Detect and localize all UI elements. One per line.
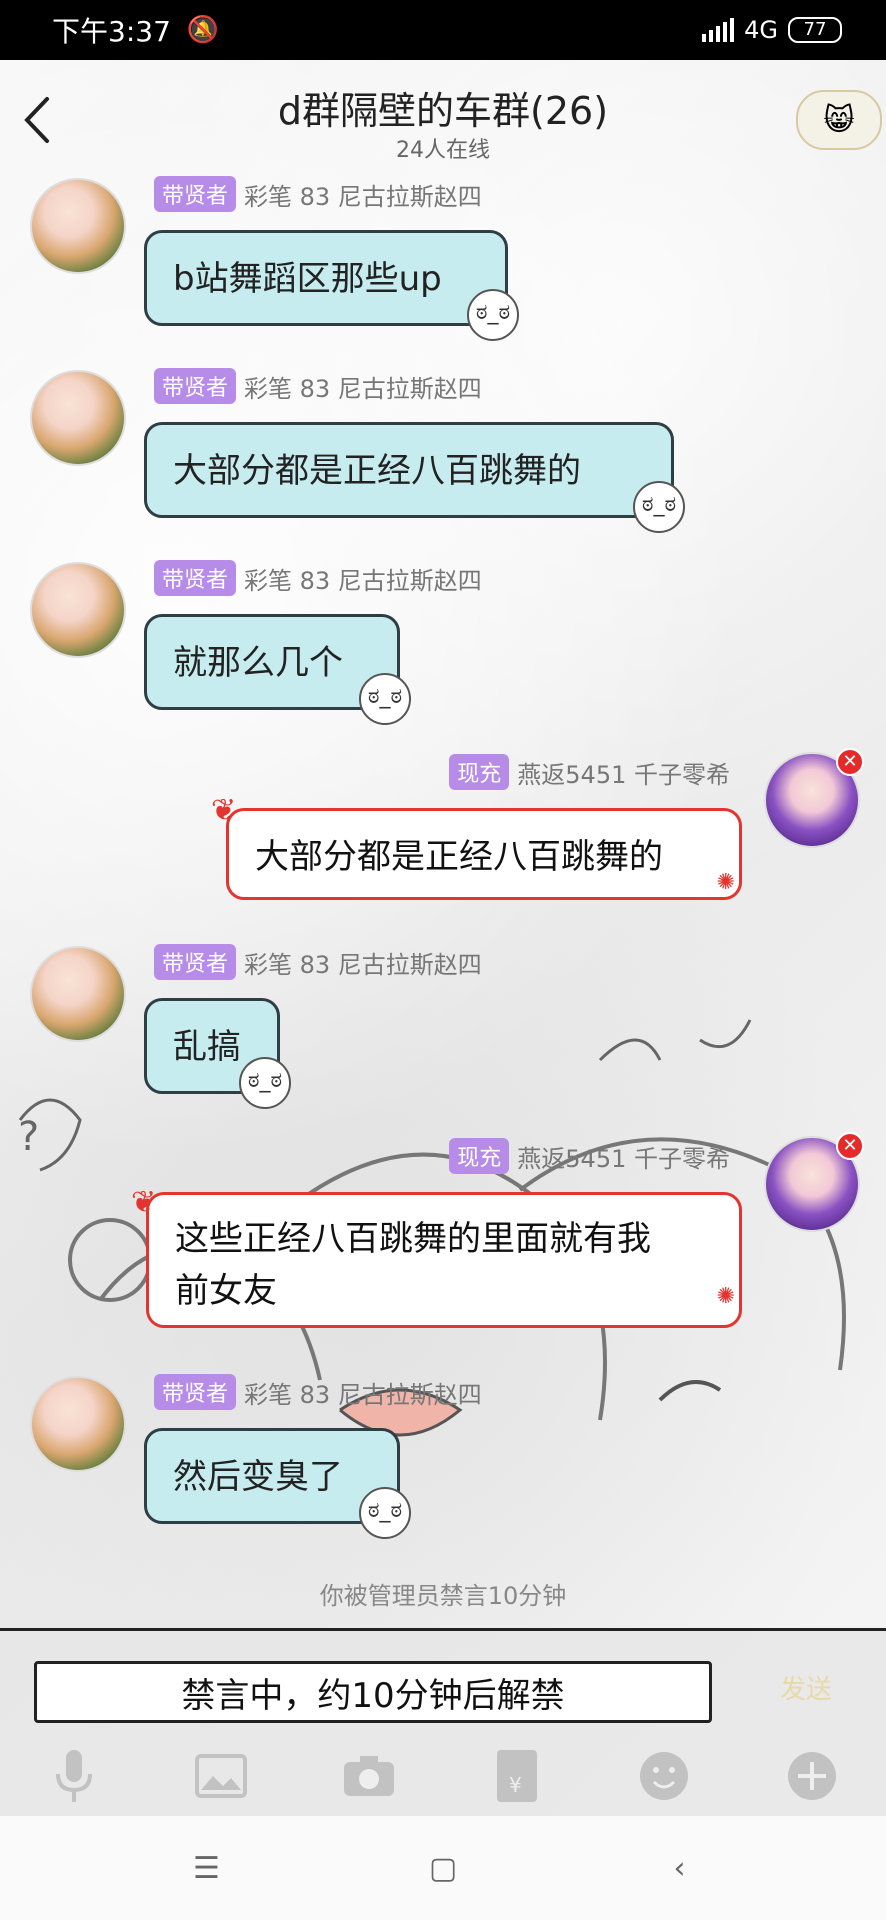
meme-face-icon: ಠ_ಠ: [239, 1057, 291, 1109]
sender-line: 现充 燕返5451 千子零希: [449, 1138, 730, 1174]
sender-line: 现充 燕返5451 千子零希: [449, 754, 730, 790]
muted-input-box: 禁言中，约10分钟后解禁: [34, 1661, 712, 1723]
group-avatar-icon: 😸: [823, 102, 855, 138]
avatar[interactable]: [30, 946, 126, 1042]
red-packet-icon[interactable]: ¥: [487, 1746, 547, 1806]
meme-face-icon: ಠ_ಠ: [359, 673, 411, 725]
message-bubble[interactable]: 然后变臭了 ಠ_ಠ: [144, 1428, 411, 1539]
status-bar: 下午3:37 🔕 4G 77: [0, 0, 886, 60]
sender-name: 彩笔 83 尼古拉斯赵四: [244, 182, 482, 211]
sender-badge: 带贤者: [154, 944, 237, 980]
sender-name: 燕返5451 千子零希: [517, 1144, 730, 1173]
avatar[interactable]: ✕: [764, 1132, 864, 1232]
status-right: 4G 77: [702, 16, 842, 44]
message-text: b站舞蹈区那些up: [173, 259, 442, 299]
sender-line: 带贤者 彩笔 83 尼古拉斯赵四: [154, 560, 482, 596]
status-time: 下午3:37: [52, 15, 171, 48]
message-text: 大部分都是正经八百跳舞的: [173, 451, 581, 491]
send-button[interactable]: 发送: [780, 1669, 832, 1706]
meme-face-icon: ಠ_ಠ: [359, 1487, 411, 1539]
group-avatar[interactable]: 😸: [796, 90, 882, 150]
message-bubble[interactable]: 就那么几个 ಠ_ಠ: [144, 614, 411, 725]
avatar[interactable]: [30, 370, 126, 466]
muted-notice: 禁言中，约10分钟后解禁: [181, 1675, 565, 1716]
online-count: 24人在线: [396, 138, 490, 163]
splash-icon: ✺: [716, 1284, 735, 1309]
sender-badge: 带贤者: [154, 176, 237, 212]
message-text: 就那么几个: [173, 643, 343, 683]
bell-muted-icon: 🔕: [186, 15, 220, 45]
network-type: 4G: [744, 16, 778, 44]
splash-icon: ✺: [716, 870, 735, 895]
svg-text:¥: ¥: [509, 1773, 522, 1797]
system-nav-bar: ☰ ▢ ‹: [0, 1816, 886, 1920]
message-bubble[interactable]: ❦ 大部分都是正经八百跳舞的 ✺: [211, 793, 742, 900]
flame-icon: ❦: [211, 793, 237, 828]
close-icon[interactable]: ✕: [836, 748, 864, 776]
sender-badge: 现充: [449, 1138, 510, 1174]
sender-name: 彩笔 83 尼古拉斯赵四: [244, 374, 482, 403]
emoji-icon[interactable]: [634, 1746, 694, 1806]
sender-line: 带贤者 彩笔 83 尼古拉斯赵四: [154, 176, 482, 212]
message-bubble[interactable]: 乱搞 ಠ_ಠ: [144, 998, 291, 1109]
battery-indicator: 77: [788, 17, 842, 43]
signal-icon: [702, 18, 735, 42]
microphone-icon[interactable]: [44, 1746, 104, 1806]
input-area: 禁言中，约10分钟后解禁 发送 ¥: [0, 1628, 886, 1819]
avatar[interactable]: [30, 1376, 126, 1472]
message-text: 大部分都是正经八百跳舞的: [255, 837, 663, 877]
message-bubble[interactable]: b站舞蹈区那些up ಠ_ಠ: [144, 230, 519, 341]
message-bubble[interactable]: ❦ 这些正经八百跳舞的里面就有我 前女友 ✺: [131, 1185, 742, 1328]
plus-icon[interactable]: [782, 1746, 842, 1806]
avatar[interactable]: [30, 562, 126, 658]
sender-badge: 带贤者: [154, 1374, 237, 1410]
meme-face-icon: ಠ_ಠ: [467, 289, 519, 341]
close-icon[interactable]: ✕: [836, 1132, 864, 1160]
avatar[interactable]: [30, 178, 126, 274]
sender-badge: 现充: [449, 754, 510, 790]
sender-name: 彩笔 83 尼古拉斯赵四: [244, 566, 482, 595]
image-icon[interactable]: [191, 1746, 251, 1806]
sender-line: 带贤者 彩笔 83 尼古拉斯赵四: [154, 368, 482, 404]
message-text-line: 这些正经八百跳舞的里面就有我: [175, 1219, 651, 1259]
toolbar: ¥: [0, 1741, 886, 1811]
sender-line: 带贤者 彩笔 83 尼古拉斯赵四: [154, 944, 482, 980]
group-title: d群隔壁的车群(26): [277, 89, 609, 133]
home-icon[interactable]: ▢: [413, 1851, 473, 1886]
sender-name: 燕返5451 千子零希: [517, 760, 730, 789]
message-text: 然后变臭了: [173, 1457, 343, 1497]
sender-badge: 带贤者: [154, 560, 237, 596]
message-bubble[interactable]: 大部分都是正经八百跳舞的 ಠ_ಠ: [144, 422, 685, 533]
system-message: 你被管理员禁言10分钟: [319, 1582, 567, 1610]
back-nav-icon[interactable]: ‹: [650, 1851, 710, 1886]
sender-badge: 带贤者: [154, 368, 237, 404]
chat-header: d群隔壁的车群(26) 24人在线 😸: [0, 60, 886, 170]
meme-face-icon: ಠ_ಠ: [633, 481, 685, 533]
menu-icon[interactable]: ☰: [177, 1851, 237, 1886]
sender-name: 彩笔 83 尼古拉斯赵四: [244, 950, 482, 979]
message-text: 乱搞: [173, 1027, 241, 1067]
camera-icon[interactable]: [339, 1746, 399, 1806]
flame-icon: ❦: [131, 1185, 157, 1220]
sender-name: 彩笔 83 尼古拉斯赵四: [244, 1380, 482, 1409]
message-text-line: 前女友: [175, 1271, 277, 1311]
avatar[interactable]: ✕: [764, 748, 864, 848]
sender-line: 带贤者 彩笔 83 尼古拉斯赵四: [154, 1374, 482, 1410]
